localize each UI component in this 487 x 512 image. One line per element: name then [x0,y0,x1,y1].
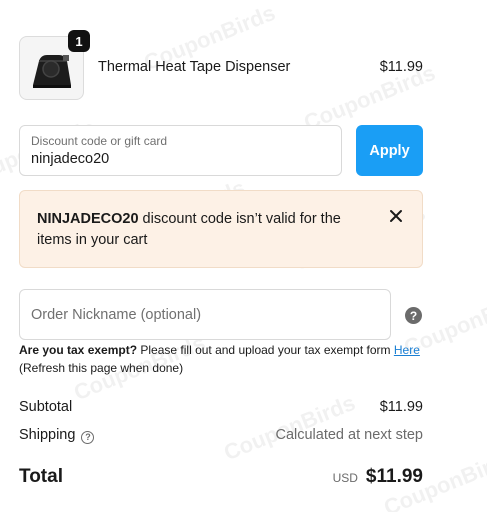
order-nickname-placeholder: Order Nickname (optional) [31,307,202,323]
discount-code-label: Discount code or gift card [31,134,168,148]
shipping-label: Shipping [19,427,76,443]
product-name: Thermal Heat Tape Dispenser [98,59,291,75]
tax-question: Are you tax exempt? [19,343,138,357]
order-nickname-input[interactable]: Order Nickname (optional) [19,289,391,340]
discount-code-field[interactable]: Discount code or gift card ninjadeco20 [19,125,342,176]
tax-text: Please fill out and upload your tax exem… [137,343,394,357]
apply-discount-button[interactable]: Apply [356,125,423,176]
tax-exempt-notice: Are you tax exempt? Please fill out and … [19,341,439,377]
subtotal-label: Subtotal [19,399,73,415]
quantity-badge: 1 [68,30,90,52]
close-icon[interactable] [388,208,404,224]
total-label: Total [19,466,63,487]
shipping-help-icon[interactable]: ? [81,430,95,444]
shipping-value: Calculated at next step [275,427,423,443]
discount-error-notice: NINJADECO20 discount code isn’t valid fo… [19,190,423,268]
product-price: $11.99 [379,59,423,75]
shipping-row: Shipping? [19,427,95,444]
currency-code: USD [332,471,358,485]
tape-dispenser-image [33,55,71,88]
subtotal-value: $11.99 [379,399,423,415]
question-icon[interactable]: ? [405,307,422,324]
notice-code: NINJADECO20 [37,211,139,227]
total-amount: USD $11.99 [333,466,423,488]
total-value: $11.99 [365,466,423,487]
tax-form-link[interactable]: Here [394,343,420,357]
cart-line-item: 1 Thermal Heat Tape Dispenser $11.99 [19,30,423,100]
notice-message: NINJADECO20 discount code isn’t valid fo… [37,209,357,251]
discount-code-value[interactable]: ninjadeco20 [31,151,109,167]
tax-note: (Refresh this page when done) [19,361,184,375]
